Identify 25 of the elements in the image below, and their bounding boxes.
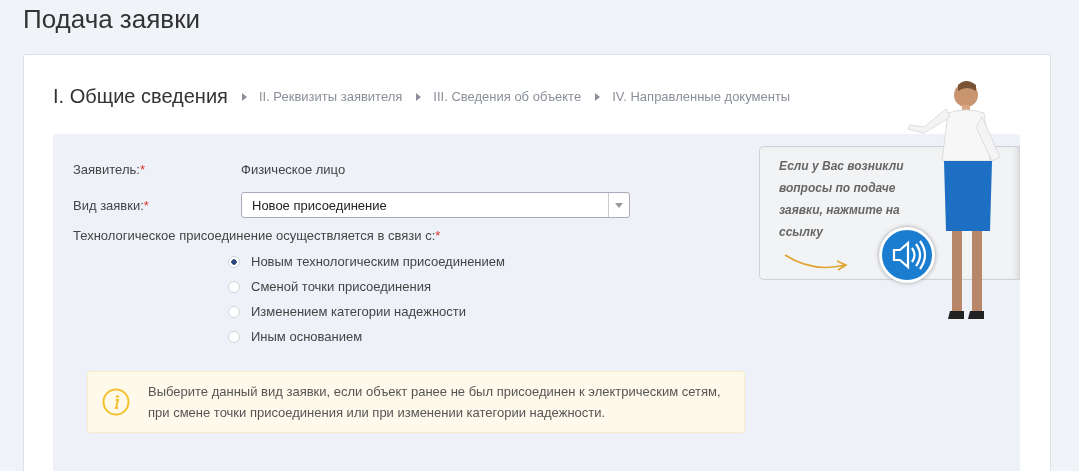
- radio-label[interactable]: Сменой точки присоединения: [251, 279, 431, 294]
- page-title: Подача заявки: [22, 3, 201, 36]
- field-label: Заявитель:*: [73, 161, 146, 177]
- info-icon: [102, 388, 130, 416]
- dropdown-icon[interactable]: [615, 202, 623, 208]
- radio-label[interactable]: Иным основанием: [251, 329, 363, 344]
- required-mark: *: [139, 161, 145, 177]
- select-field[interactable]: Новое присоединение: [241, 192, 630, 218]
- required-mark: *: [143, 197, 149, 213]
- notice-text: Выберите данный вид заявки, если объект ранее не был присоединен к электрическим сетям, при смене точки присоединения или при изменении категории надежности.: [148, 383, 722, 422]
- field-label: Технологическое присоединение осуществляется в связи с:*: [73, 228, 442, 243]
- radio-button[interactable]: [228, 255, 240, 268]
- step-tab[interactable]: I. Общие сведения: [53, 84, 228, 108]
- caret-icon: [241, 93, 247, 101]
- radio-button[interactable]: [228, 305, 240, 318]
- field-label: Вид заявки:*: [73, 197, 150, 213]
- help-text: Если у Вас возникли вопросы по подаче заявки, нажмите на ссылку: [779, 158, 905, 241]
- radio-label[interactable]: Изменением категории надежности: [251, 304, 466, 319]
- radio-button[interactable]: [228, 280, 240, 293]
- radio-label[interactable]: Новым технологическим присоединением: [251, 254, 505, 269]
- field-value: Физическое лицо: [241, 161, 346, 177]
- required-mark: *: [435, 228, 441, 243]
- caret-icon: [416, 93, 422, 101]
- caret-icon: [595, 93, 601, 101]
- radio-button[interactable]: [228, 330, 240, 343]
